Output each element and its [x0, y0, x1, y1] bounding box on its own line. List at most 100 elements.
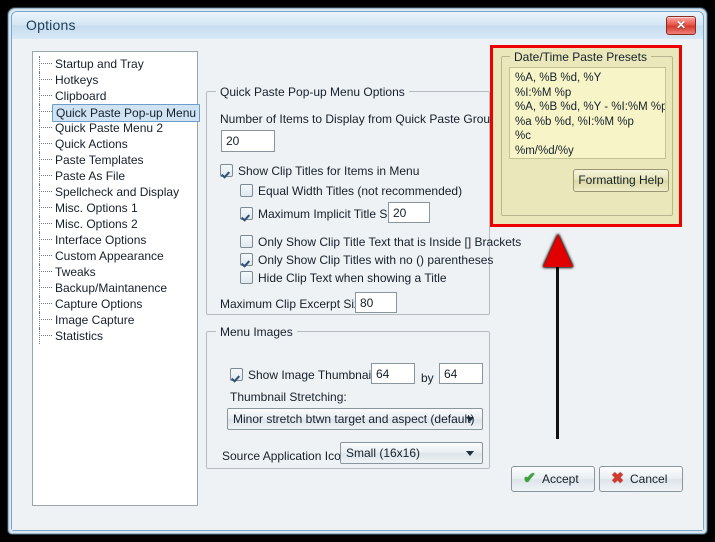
sidebar-item-label: Startup and Tray: [55, 57, 144, 71]
sidebar-item-spellcheck-and-display[interactable]: Spellcheck and Display: [33, 184, 197, 200]
sidebar-item-label: Hotkeys: [55, 73, 99, 87]
tree-branch-icon: [39, 143, 52, 144]
hide-clip-text-checkbox[interactable]: [240, 271, 253, 284]
max-implicit-title-checkbox-row[interactable]: Maximum Implicit Title Size:: [240, 207, 406, 221]
tree-vline: [39, 88, 40, 104]
accept-button-label: Accept: [542, 472, 579, 486]
tree-vline: [39, 120, 40, 136]
sidebar-item-image-capture[interactable]: Image Capture: [33, 312, 197, 328]
close-icon: ✕: [675, 18, 687, 32]
sidebar-item-label: Quick Actions: [55, 137, 128, 151]
show-clip-titles-label: Show Clip Titles for Items in Menu: [238, 164, 420, 178]
number-of-items-input[interactable]: [221, 130, 275, 152]
thumbnail-stretching-dropdown[interactable]: Minor stretch btwn target and aspect (de…: [227, 408, 483, 430]
inside-brackets-checkbox[interactable]: [240, 235, 253, 248]
tree-vline: [39, 328, 40, 344]
cancel-button[interactable]: ✖ Cancel: [599, 466, 683, 492]
tree-branch-icon: [39, 255, 52, 256]
max-excerpt-size-input[interactable]: [355, 292, 397, 313]
tree-vline: [39, 56, 40, 72]
thumbnail-by-label: by: [421, 371, 434, 385]
quick-paste-options-group: Quick Paste Pop-up Menu Options Number o…: [206, 85, 521, 315]
datetime-preset-line[interactable]: %m/%d/%y: [515, 144, 660, 159]
tree-branch-icon: [39, 239, 52, 240]
sidebar-item-capture-options[interactable]: Capture Options: [33, 296, 197, 312]
sidebar-item-hotkeys[interactable]: Hotkeys: [33, 72, 197, 88]
close-button[interactable]: ✕: [666, 16, 696, 35]
cross-icon: ✖: [611, 470, 624, 487]
sidebar-item-statistics[interactable]: Statistics: [33, 328, 197, 344]
sidebar-item-paste-templates[interactable]: Paste Templates: [33, 152, 197, 168]
annotation-arrow: [528, 232, 588, 442]
sidebar-item-quick-actions[interactable]: Quick Actions: [33, 136, 197, 152]
sidebar-item-paste-as-file[interactable]: Paste As File: [33, 168, 197, 184]
sidebar-item-interface-options[interactable]: Interface Options: [33, 232, 197, 248]
thumbnail-width-input[interactable]: [371, 363, 415, 384]
inside-brackets-label: Only Show Clip Title Text that is Inside…: [258, 235, 522, 249]
sidebar-item-misc-options-2[interactable]: Misc. Options 2: [33, 216, 197, 232]
sidebar-item-label: Paste As File: [55, 169, 126, 183]
sidebar-item-clipboard[interactable]: Clipboard: [33, 88, 197, 104]
show-clip-titles-checkbox-row[interactable]: Show Clip Titles for Items in Menu: [220, 164, 419, 178]
max-implicit-title-checkbox[interactable]: [240, 207, 253, 220]
sidebar-item-tweaks[interactable]: Tweaks: [33, 264, 197, 280]
formatting-help-button[interactable]: Formatting Help: [573, 169, 669, 192]
hide-clip-text-label: Hide Clip Text when showing a Title: [258, 271, 447, 285]
thumbnail-stretching-label: Thumbnail Stretching:: [230, 390, 347, 404]
sidebar-item-misc-options-1[interactable]: Misc. Options 1: [33, 200, 197, 216]
thumbnail-stretching-value: Minor stretch btwn target and aspect (de…: [233, 412, 475, 426]
thumbnail-height-input[interactable]: [439, 363, 483, 384]
sidebar-item-label: Clipboard: [55, 89, 107, 103]
checkmark-icon: ✔: [523, 470, 536, 487]
hide-clip-text-checkbox-row[interactable]: Hide Clip Text when showing a Title: [240, 271, 447, 285]
datetime-presets-listbox[interactable]: %A, %B %d, %Y %I:%M %p %A, %B %d, %Y - %I:…: [509, 67, 666, 159]
datetime-preset-line[interactable]: %A, %B %d, %Y - %I:%M %p: [515, 100, 665, 115]
tree-vline: [39, 200, 40, 216]
no-parentheses-checkbox[interactable]: [240, 253, 253, 266]
inside-brackets-checkbox-row[interactable]: Only Show Clip Title Text that is Inside…: [240, 235, 521, 249]
tree-branch-icon: [39, 79, 52, 80]
title-bar: Options ✕: [12, 12, 703, 39]
sidebar-item-label: Tweaks: [55, 265, 96, 279]
sidebar-item-quick-paste-pop-up-menu[interactable]: Quick Paste Pop-up Menu: [33, 104, 201, 122]
tree-vline: [39, 264, 40, 280]
max-implicit-title-input[interactable]: [388, 202, 430, 223]
sidebar-item-label: Interface Options: [55, 233, 147, 247]
settings-tree-panel[interactable]: Startup and Tray Hotkeys Clipboard Quick Pa…: [32, 51, 201, 506]
datetime-preset-line[interactable]: %A, %B %d, %Y: [515, 71, 660, 86]
sidebar-item-startup-and-tray[interactable]: Startup and Tray: [33, 56, 197, 72]
tree-branch-icon: [39, 63, 52, 64]
sidebar-item-quick-paste-menu-2[interactable]: Quick Paste Menu 2: [33, 120, 197, 136]
tree-vline: [39, 296, 40, 312]
sidebar-item-label: Statistics: [55, 329, 104, 343]
equal-width-titles-checkbox[interactable]: [240, 184, 253, 197]
show-thumbnails-checkbox-row[interactable]: Show Image Thumbnails:: [230, 368, 383, 382]
sidebar-item-backup-maintanence[interactable]: Backup/Maintanence: [33, 280, 197, 296]
equal-width-titles-checkbox-row[interactable]: Equal Width Titles (not recommended): [240, 184, 462, 198]
tree-branch-icon: [39, 335, 52, 336]
datetime-presets-legend: Date/Time Paste Presets: [510, 50, 651, 64]
show-thumbnails-checkbox[interactable]: [230, 368, 243, 381]
chevron-down-icon-2: [466, 451, 474, 456]
sidebar-item-label: Image Capture: [55, 313, 135, 327]
datetime-preset-line[interactable]: %a %b %d, %I:%M %p: [515, 115, 660, 130]
annotation-arrow-shaft: [556, 264, 559, 439]
source-application-icons-label: Source Application Icons:: [222, 449, 357, 463]
sidebar-item-label: Custom Appearance: [55, 249, 164, 263]
tree-branch-icon: [39, 95, 52, 96]
cancel-button-label: Cancel: [630, 472, 668, 486]
datetime-presets-highlight: Date/Time Paste Presets %A, %B %d, %Y %I:…: [490, 45, 682, 227]
datetime-preset-line[interactable]: %I:%M %p: [515, 86, 660, 101]
show-clip-titles-checkbox[interactable]: [220, 164, 233, 177]
sidebar-item-label: Backup/Maintanence: [55, 281, 168, 295]
no-parentheses-checkbox-row[interactable]: Only Show Clip Titles with no () parenth…: [240, 253, 493, 267]
source-application-icons-dropdown[interactable]: Small (16x16): [340, 442, 483, 464]
sidebar-item-label: Spellcheck and Display: [55, 185, 180, 199]
annotation-arrow-head: [543, 234, 573, 267]
tree-branch-icon: [39, 319, 52, 320]
sidebar-item-custom-appearance[interactable]: Custom Appearance: [33, 248, 197, 264]
datetime-preset-line[interactable]: %c: [515, 129, 660, 144]
accept-button[interactable]: ✔ Accept: [511, 466, 595, 492]
tree-branch-icon: [39, 207, 52, 208]
number-of-items-label: Number of Items to Display from Quick Pa…: [220, 112, 501, 126]
